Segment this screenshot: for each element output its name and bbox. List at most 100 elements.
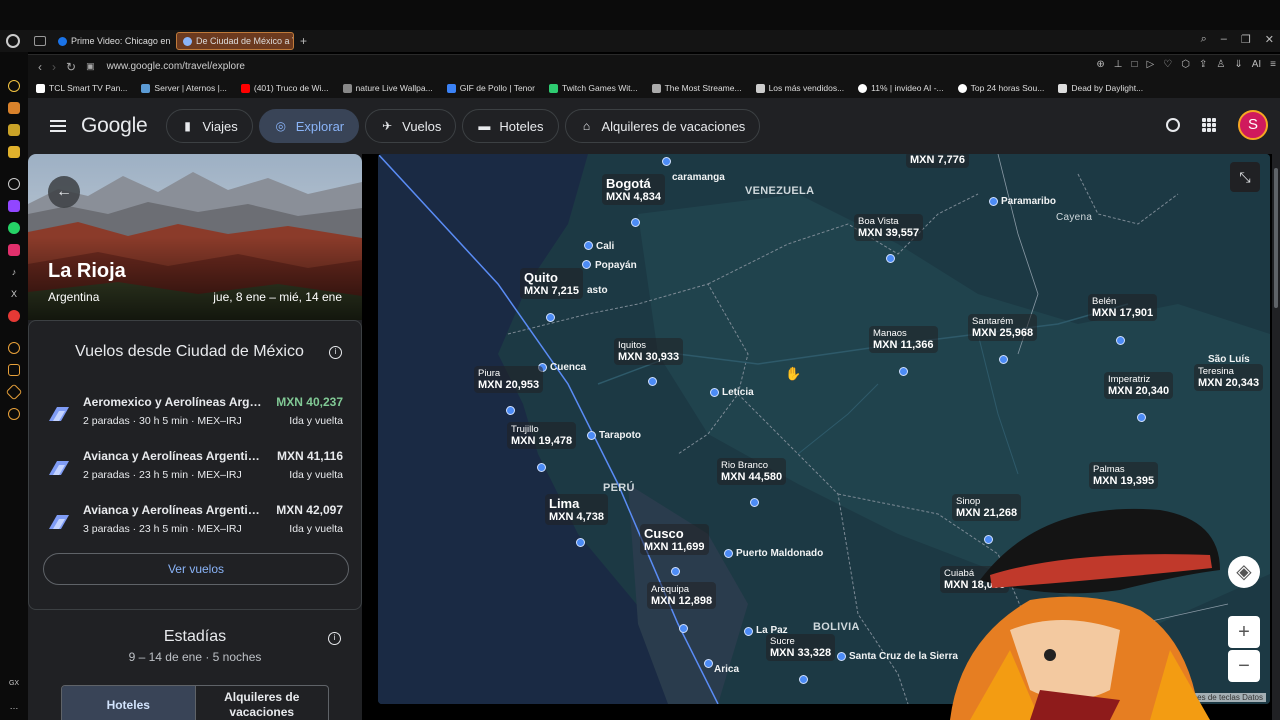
- price-marker[interactable]: Quito MXN 7,215: [520, 268, 584, 299]
- city-dot[interactable]: [724, 549, 733, 558]
- nav-vuelos[interactable]: ✈ Vuelos: [365, 109, 457, 143]
- city-dot[interactable]: [576, 538, 585, 547]
- tiktok-sidebar-icon[interactable]: ♪: [8, 266, 20, 278]
- snapshot-icon[interactable]: □: [1132, 59, 1138, 70]
- chatgpt-sidebar-icon[interactable]: [8, 80, 20, 92]
- google-apps-icon[interactable]: [1202, 118, 1216, 132]
- download-icon[interactable]: ⇓: [1234, 59, 1242, 70]
- city-dot[interactable]: [837, 652, 846, 661]
- search-tabs-icon[interactable]: ⌕: [1201, 33, 1207, 46]
- google-logo[interactable]: Google: [81, 114, 148, 138]
- gx-sidebar-icon[interactable]: GX: [8, 678, 20, 690]
- pin-icon[interactable]: ⊥: [1114, 59, 1123, 70]
- nav-explorar[interactable]: ◎ Explorar: [258, 109, 360, 143]
- youtube-music-sidebar-icon[interactable]: [8, 310, 20, 322]
- city-dot[interactable]: [631, 218, 640, 227]
- price-marker[interactable]: Lima MXN 4,738: [545, 494, 609, 525]
- bookmark-item[interactable]: nature Live Wallpa...: [342, 83, 433, 93]
- downloads-sidebar-icon[interactable]: [8, 364, 20, 376]
- ai-icon[interactable]: AI: [1252, 59, 1261, 70]
- send-icon[interactable]: ▷: [1147, 59, 1155, 70]
- heart-icon[interactable]: ♡: [1163, 59, 1172, 70]
- x-sidebar-icon[interactable]: X: [8, 288, 20, 300]
- main-menu-icon[interactable]: [50, 120, 66, 132]
- extensions-icon[interactable]: ⬡: [1181, 59, 1190, 70]
- city-dot[interactable]: [662, 157, 671, 166]
- price-marker[interactable]: Manaos MXN 11,366: [869, 326, 938, 353]
- zoom-icon[interactable]: ⊕: [1096, 59, 1104, 70]
- share-icon[interactable]: ⇪: [1199, 59, 1207, 70]
- bookmark-item[interactable]: The Most Streame...: [651, 83, 742, 93]
- flight-option[interactable]: Avianca y Aerolíneas Argentinas 3 parada…: [49, 503, 345, 547]
- bookmark-item[interactable]: Dead by Daylight...: [1058, 83, 1143, 93]
- city-dot[interactable]: [679, 624, 688, 633]
- back-button[interactable]: ←: [48, 176, 80, 208]
- nav-viajes[interactable]: ▮ Viajes: [165, 109, 253, 143]
- theme-toggle-icon[interactable]: [1166, 118, 1180, 132]
- city-dot[interactable]: [750, 498, 759, 507]
- wallet-sidebar-icon[interactable]: [8, 124, 20, 136]
- instagram-sidebar-icon[interactable]: [8, 244, 20, 256]
- flow-sidebar-icon[interactable]: [8, 102, 20, 114]
- city-dot[interactable]: [1137, 413, 1146, 422]
- bookmark-item[interactable]: Server | Aternos |...: [141, 83, 227, 93]
- price-marker[interactable]: Belén MXN 17,901: [1088, 294, 1158, 321]
- city-dot[interactable]: [999, 355, 1008, 364]
- city-dot[interactable]: [704, 659, 713, 668]
- fullscreen-exit-button[interactable]: ⤡: [1230, 162, 1260, 192]
- city-dot[interactable]: [744, 627, 753, 636]
- city-dot[interactable]: [886, 254, 895, 263]
- city-dot[interactable]: [648, 377, 657, 386]
- price-marker[interactable]: Rio Branco MXN 44,580: [717, 458, 787, 485]
- forward-nav-icon[interactable]: ›: [52, 60, 56, 74]
- city-dot[interactable]: [1116, 336, 1125, 345]
- tab-alquileres[interactable]: Alquileres de vacaciones: [196, 686, 329, 720]
- city-dot[interactable]: [582, 260, 591, 269]
- city-dot[interactable]: [546, 313, 555, 322]
- price-marker[interactable]: Piura MXN 20,953: [474, 366, 544, 393]
- price-marker[interactable]: Trujillo MXN 19,478: [507, 422, 577, 449]
- more-sidebar-icon[interactable]: …: [8, 700, 20, 712]
- account-avatar[interactable]: S: [1238, 110, 1268, 140]
- see-flights-button[interactable]: Ver vuelos: [43, 553, 349, 585]
- extensions-sidebar-icon[interactable]: [5, 383, 23, 401]
- bookmark-item[interactable]: Twitch Games Wit...: [548, 83, 638, 93]
- settings-sidebar-icon[interactable]: [8, 408, 20, 420]
- tab-prime-video[interactable]: Prime Video: Chicago en fu: [52, 32, 170, 50]
- reload-icon[interactable]: ↻: [66, 60, 76, 74]
- price-marker[interactable]: Boa Vista MXN 39,557: [854, 214, 924, 241]
- nav-hoteles[interactable]: ▬ Hoteles: [462, 109, 559, 143]
- city-dot[interactable]: [584, 241, 593, 250]
- city-dot[interactable]: [537, 463, 546, 472]
- back-nav-icon[interactable]: ‹: [38, 60, 42, 74]
- city-dot[interactable]: [899, 367, 908, 376]
- city-dot[interactable]: [506, 406, 515, 415]
- pinboard-sidebar-icon[interactable]: [8, 146, 20, 158]
- scrollbar-thumb[interactable]: [1274, 168, 1278, 308]
- vpn-sidebar-icon[interactable]: [8, 178, 20, 190]
- minimize-icon[interactable]: –: [1221, 33, 1227, 46]
- whatsapp-sidebar-icon[interactable]: [8, 222, 20, 234]
- bookmark-item[interactable]: TCL Smart TV Pan...: [36, 83, 127, 93]
- city-dot[interactable]: [710, 388, 719, 397]
- price-marker[interactable]: Bogotá MXN 4,834: [602, 174, 666, 205]
- tab-hoteles[interactable]: Hoteles: [62, 686, 196, 720]
- bookmark-item[interactable]: (401) Truco de Wi...: [240, 83, 329, 93]
- bookmark-item[interactable]: GIF de Pollo | Tenor: [446, 83, 535, 93]
- profile-icon[interactable]: ♙: [1216, 59, 1225, 70]
- stays-info-icon[interactable]: i: [328, 632, 341, 645]
- price-marker[interactable]: MXN 7,776: [906, 154, 970, 168]
- price-marker[interactable]: Imperatriz MXN 20,340: [1104, 372, 1174, 399]
- menu-icon[interactable]: ≡: [1270, 59, 1276, 70]
- bookmark-item[interactable]: Los más vendidos...: [755, 83, 844, 93]
- history-sidebar-icon[interactable]: [8, 342, 20, 354]
- city-dot[interactable]: [671, 567, 680, 576]
- price-marker[interactable]: Santarém MXN 25,968: [968, 314, 1038, 341]
- tab-overview-icon[interactable]: [34, 36, 46, 46]
- trip-dates[interactable]: jue, 8 ene – mié, 14 ene: [213, 290, 342, 304]
- url-field[interactable]: www.google.com/travel/explore: [107, 61, 245, 72]
- page-scrollbar[interactable]: [1272, 154, 1280, 720]
- price-marker[interactable]: Arequipa MXN 12,898: [647, 582, 717, 609]
- price-marker[interactable]: Sucre MXN 33,328: [766, 634, 836, 661]
- nav-alquileres[interactable]: ⌂ Alquileres de vacaciones: [564, 109, 761, 143]
